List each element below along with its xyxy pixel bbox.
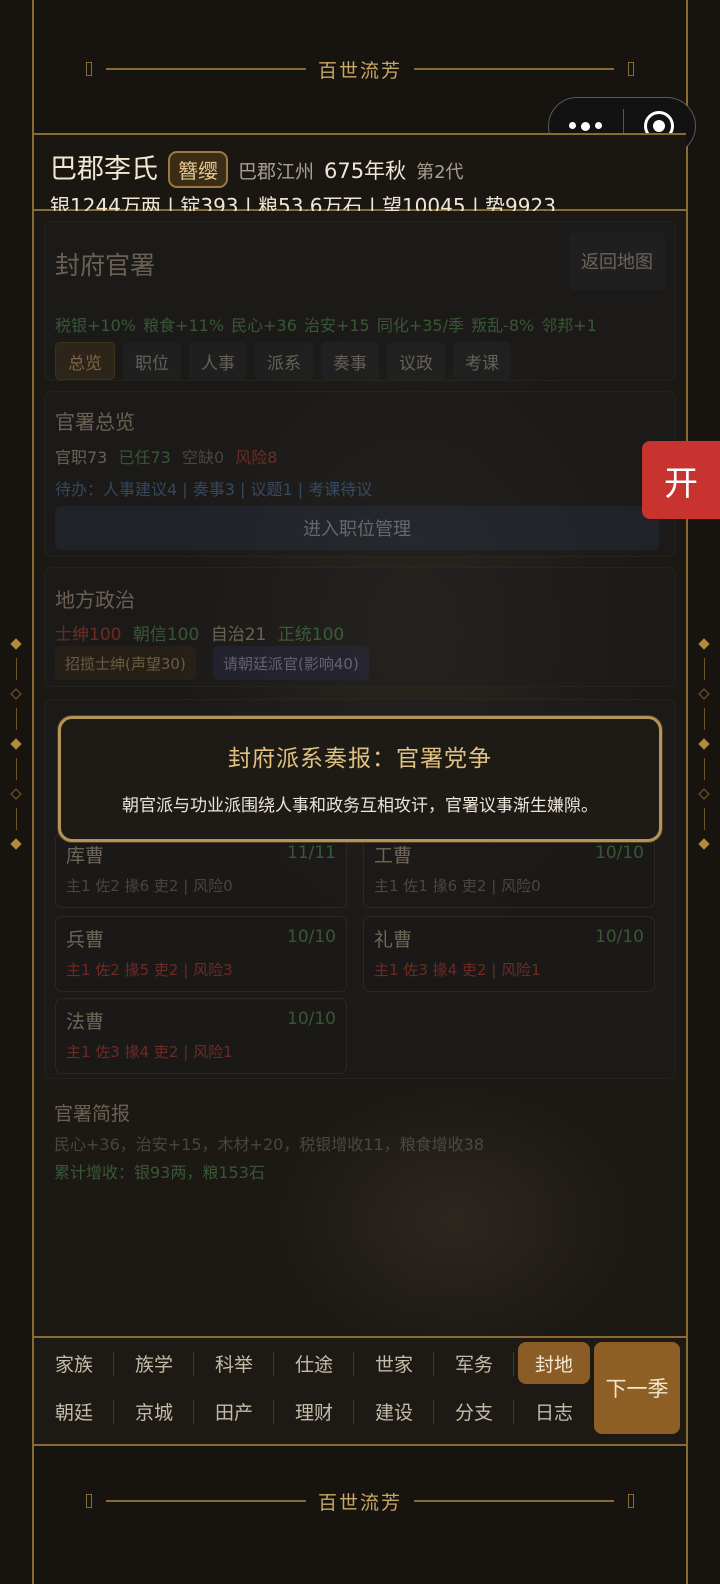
department-count: 10/10 bbox=[287, 1009, 336, 1029]
nav-career[interactable]: 仕途 bbox=[274, 1342, 354, 1384]
brief-report: 官署简报 民心+36，治安+15，木材+20，税银增收11，粮食增收38 累计增… bbox=[44, 1091, 676, 1201]
vacant-count: 空缺0 bbox=[181, 448, 225, 467]
local-stats: 士绅100 朝信100 自治21 正统100 bbox=[55, 620, 344, 645]
nav-estates[interactable]: 田产 bbox=[194, 1390, 274, 1432]
overview-title: 官署总览 bbox=[55, 410, 135, 434]
department-name: 工曹 bbox=[374, 845, 413, 867]
department-name: 法曹 bbox=[66, 1011, 105, 1033]
nav-noble-houses[interactable]: 世家 bbox=[354, 1342, 434, 1384]
department-staff: 主1 佐3 掾4 吏2 | 风险1 bbox=[66, 1043, 233, 1061]
nav-fief[interactable]: 封地 bbox=[518, 1342, 590, 1384]
bottom-nav: 家族 族学 科举 仕途 世家 军务 封地 朝廷 京城 田产 理财 建设 分支 日… bbox=[34, 1336, 686, 1446]
nav-construction[interactable]: 建设 bbox=[354, 1390, 434, 1432]
tab-evaluation[interactable]: 考课 bbox=[453, 342, 511, 380]
tab-personnel[interactable]: 人事 bbox=[189, 342, 247, 380]
department-staff: 主1 佐2 掾5 吏2 | 风险3 bbox=[66, 961, 233, 979]
tab-overview[interactable]: 总览 bbox=[55, 342, 115, 380]
office-title: 封府官署 bbox=[55, 251, 156, 280]
overview-card: 官署总览 官职73 已任73 空缺0 风险8 待办：人事建议4 | 奏事3 | … bbox=[44, 391, 676, 557]
more-icon[interactable] bbox=[549, 121, 623, 131]
risk-count: 风险8 bbox=[235, 448, 278, 467]
tab-positions[interactable]: 职位 bbox=[123, 342, 181, 380]
department-staff: 主1 佐1 掾6 吏2 | 风险0 bbox=[374, 877, 541, 895]
appointed-count: 已任73 bbox=[118, 448, 171, 467]
nav-exam[interactable]: 科举 bbox=[194, 1342, 274, 1384]
top-banner: 百世流芳 bbox=[34, 34, 686, 104]
brief-title: 官署简报 bbox=[54, 1103, 131, 1125]
right-ornament bbox=[697, 630, 711, 858]
tab-factions[interactable]: 派系 bbox=[255, 342, 313, 380]
pending-tasks: 待办：人事建议4 | 奏事3 | 议题1 | 考课待议 bbox=[55, 480, 373, 499]
nav-finance[interactable]: 理财 bbox=[274, 1390, 354, 1432]
local-title: 地方政治 bbox=[55, 588, 135, 612]
nav-branches[interactable]: 分支 bbox=[434, 1390, 514, 1432]
autonomy-stat: 自治21 bbox=[210, 625, 267, 645]
year-label: 675年秋 bbox=[324, 159, 407, 183]
department-tile[interactable]: 法曹 10/10 主1 佐3 掾4 吏2 | 风险1 bbox=[55, 998, 347, 1074]
local-politics-card: 地方政治 士绅100 朝信100 自治21 正统100 招揽士绅(声望30) 请… bbox=[44, 567, 676, 687]
rank-badge: 簪缨 bbox=[168, 151, 228, 188]
department-staff: 主1 佐3 掾4 吏2 | 风险1 bbox=[374, 961, 541, 979]
office-tabs: 总览 职位 人事 派系 奏事 议政 考课 bbox=[55, 342, 511, 380]
brief-effects: 民心+36，治安+15，木材+20，税银增收11，粮食增收38 bbox=[54, 1135, 485, 1154]
request-official-button[interactable]: 请朝廷派官(影响40) bbox=[213, 646, 369, 680]
tab-memorials[interactable]: 奏事 bbox=[321, 342, 379, 380]
office-card: 封府官署 返回地图 税银+10% 粮食+11% 民心+36 治安+15 同化+3… bbox=[44, 221, 676, 381]
department-count: 10/10 bbox=[595, 843, 644, 863]
banner-title: 百世流芳 bbox=[317, 59, 402, 82]
clan-header: 巴郡李氏 簪缨 巴郡江州 675年秋 第2代 银1244万两 | 锭393 | … bbox=[34, 133, 686, 218]
office-stats: 税银+10% 粮食+11% 民心+36 治安+15 同化+35/季 叛乱-8% … bbox=[55, 316, 597, 335]
brief-cumulative: 累计增收：银93两，粮153石 bbox=[54, 1163, 265, 1182]
back-to-map-button[interactable]: 返回地图 bbox=[569, 232, 665, 290]
province-label: 巴郡江州 bbox=[238, 161, 315, 183]
nav-clan-school[interactable]: 族学 bbox=[114, 1342, 194, 1384]
department-tile[interactable]: 礼曹 10/10 主1 佐3 掾4 吏2 | 风险1 bbox=[363, 916, 655, 992]
department-name: 礼曹 bbox=[374, 929, 413, 951]
nav-log[interactable]: 日志 bbox=[514, 1390, 594, 1432]
department-tile[interactable]: 工曹 10/10 主1 佐1 掾6 吏2 | 风险0 bbox=[363, 832, 655, 908]
overview-counts: 官职73 已任73 空缺0 风险8 bbox=[55, 444, 277, 468]
generation-label: 第2代 bbox=[416, 162, 464, 183]
officials-count: 官职73 bbox=[55, 448, 108, 467]
manage-positions-button[interactable]: 进入职位管理 bbox=[55, 506, 659, 550]
department-tile[interactable]: 兵曹 10/10 主1 佐2 掾5 吏2 | 风险3 bbox=[55, 916, 347, 992]
gentry-stat: 士绅100 bbox=[55, 625, 122, 645]
department-count: 10/10 bbox=[287, 927, 336, 947]
open-button[interactable]: 开 bbox=[642, 441, 720, 519]
banner-title: 百世流芳 bbox=[317, 1491, 402, 1514]
legitimacy-stat: 正统100 bbox=[277, 625, 345, 645]
recruit-gentry-button[interactable]: 招揽士绅(声望30) bbox=[55, 646, 196, 680]
modal-title: 封府派系奏报：官署党争 bbox=[228, 746, 492, 772]
nav-family[interactable]: 家族 bbox=[34, 1342, 114, 1384]
department-staff: 主1 佐2 掾6 吏2 | 风险0 bbox=[66, 877, 233, 895]
department-name: 库曹 bbox=[66, 845, 105, 867]
department-tile[interactable]: 库曹 11/11 主1 佐2 掾6 吏2 | 风险0 bbox=[55, 832, 347, 908]
tab-deliberation[interactable]: 议政 bbox=[387, 342, 445, 380]
left-ornament bbox=[9, 630, 23, 858]
nav-military[interactable]: 军务 bbox=[434, 1342, 514, 1384]
nav-capital[interactable]: 京城 bbox=[114, 1390, 194, 1432]
department-count: 10/10 bbox=[595, 927, 644, 947]
nav-court[interactable]: 朝廷 bbox=[34, 1390, 114, 1432]
next-season-button[interactable]: 下一季 bbox=[594, 1342, 680, 1434]
department-count: 11/11 bbox=[287, 843, 336, 863]
frame-right-line bbox=[686, 0, 688, 1584]
court-trust-stat: 朝信100 bbox=[132, 625, 200, 645]
bottom-banner: 百世流芳 bbox=[34, 1466, 686, 1536]
faction-report-modal[interactable]: 封府派系奏报：官署党争 朝官派与功业派围绕人事和政务互相攻讦，官署议事渐生嫌隙。 bbox=[58, 716, 662, 842]
department-name: 兵曹 bbox=[66, 929, 105, 951]
clan-name: 巴郡李氏 bbox=[50, 154, 158, 185]
modal-body: 朝官派与功业派围绕人事和政务互相攻讦，官署议事渐生嫌隙。 bbox=[122, 796, 598, 816]
